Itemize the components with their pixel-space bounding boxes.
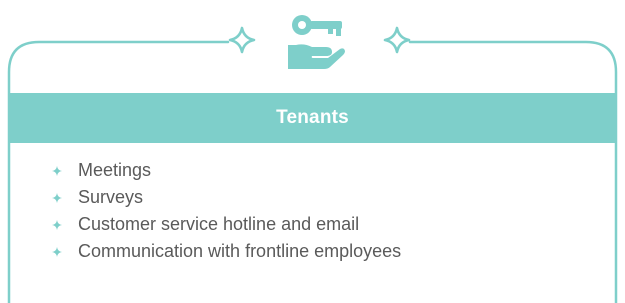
card-title: Tenants xyxy=(276,107,349,128)
list-item-label: Meetings xyxy=(78,160,152,180)
star-bullet-icon xyxy=(52,192,62,203)
channel-list: Meetings Surveys Customer service hotlin… xyxy=(52,157,401,265)
list-item: Meetings xyxy=(52,157,401,184)
list-item: Surveys xyxy=(52,184,401,211)
list-item-label: Communication with frontline employees xyxy=(78,241,402,261)
card-header: Tenants xyxy=(9,93,616,143)
list-item-label: Surveys xyxy=(78,187,144,207)
list-item: Customer service hotline and email xyxy=(52,211,401,238)
star-bullet-icon xyxy=(52,219,62,230)
key-on-hand-icon xyxy=(288,15,345,69)
star-bullet-icon xyxy=(52,246,62,257)
sparkle-icon xyxy=(228,26,256,54)
star-bullet-icon xyxy=(52,165,62,176)
list-item-label: Customer service hotline and email xyxy=(78,214,360,234)
sparkle-icon xyxy=(383,26,411,54)
list-item: Communication with frontline employees xyxy=(52,238,401,265)
